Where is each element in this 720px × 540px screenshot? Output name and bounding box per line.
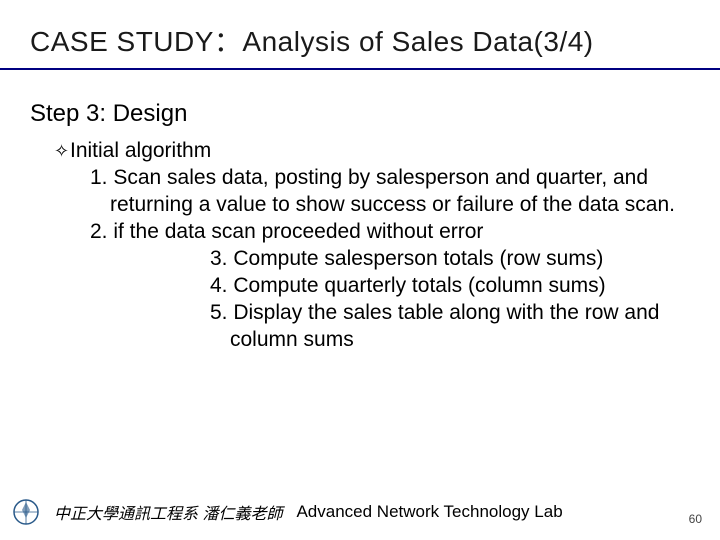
footer-text-en: Advanced Network Technology Lab xyxy=(296,502,562,522)
numbered-list: 1. Scan sales data, posting by salespers… xyxy=(90,164,690,245)
sub-numbered-list: 3. Compute salesperson totals (row sums)… xyxy=(210,245,690,353)
bullet-label: Initial algorithm xyxy=(70,138,211,164)
list-item: 2. if the data scan proceeded without er… xyxy=(90,218,690,245)
step-heading: Step 3: Design xyxy=(30,100,690,128)
footer: 中正大學通訊工程系 潘仁義老師 Advanced Network Technol… xyxy=(0,494,720,530)
list-item: 3. Compute salesperson totals (row sums) xyxy=(210,245,690,272)
list-item: 5. Display the sales table along with th… xyxy=(210,299,690,353)
list-item: 1. Scan sales data, posting by salespers… xyxy=(90,164,690,218)
diamond-bullet-icon: ✧ xyxy=(54,138,70,164)
bullet-line: ✧ Initial algorithm xyxy=(54,138,690,164)
logo-icon xyxy=(8,494,44,530)
page-number: 60 xyxy=(689,512,702,526)
slide: CASE STUDY：Analysis of Sales Data(3/4) S… xyxy=(0,0,720,540)
slide-title: CASE STUDY：Analysis of Sales Data(3/4) xyxy=(0,20,720,70)
content-area: Step 3: Design ✧ Initial algorithm 1. Sc… xyxy=(0,70,720,353)
list-item: 4. Compute quarterly totals (column sums… xyxy=(210,272,690,299)
footer-text-cn: 中正大學通訊工程系 潘仁義老師 xyxy=(54,500,282,524)
